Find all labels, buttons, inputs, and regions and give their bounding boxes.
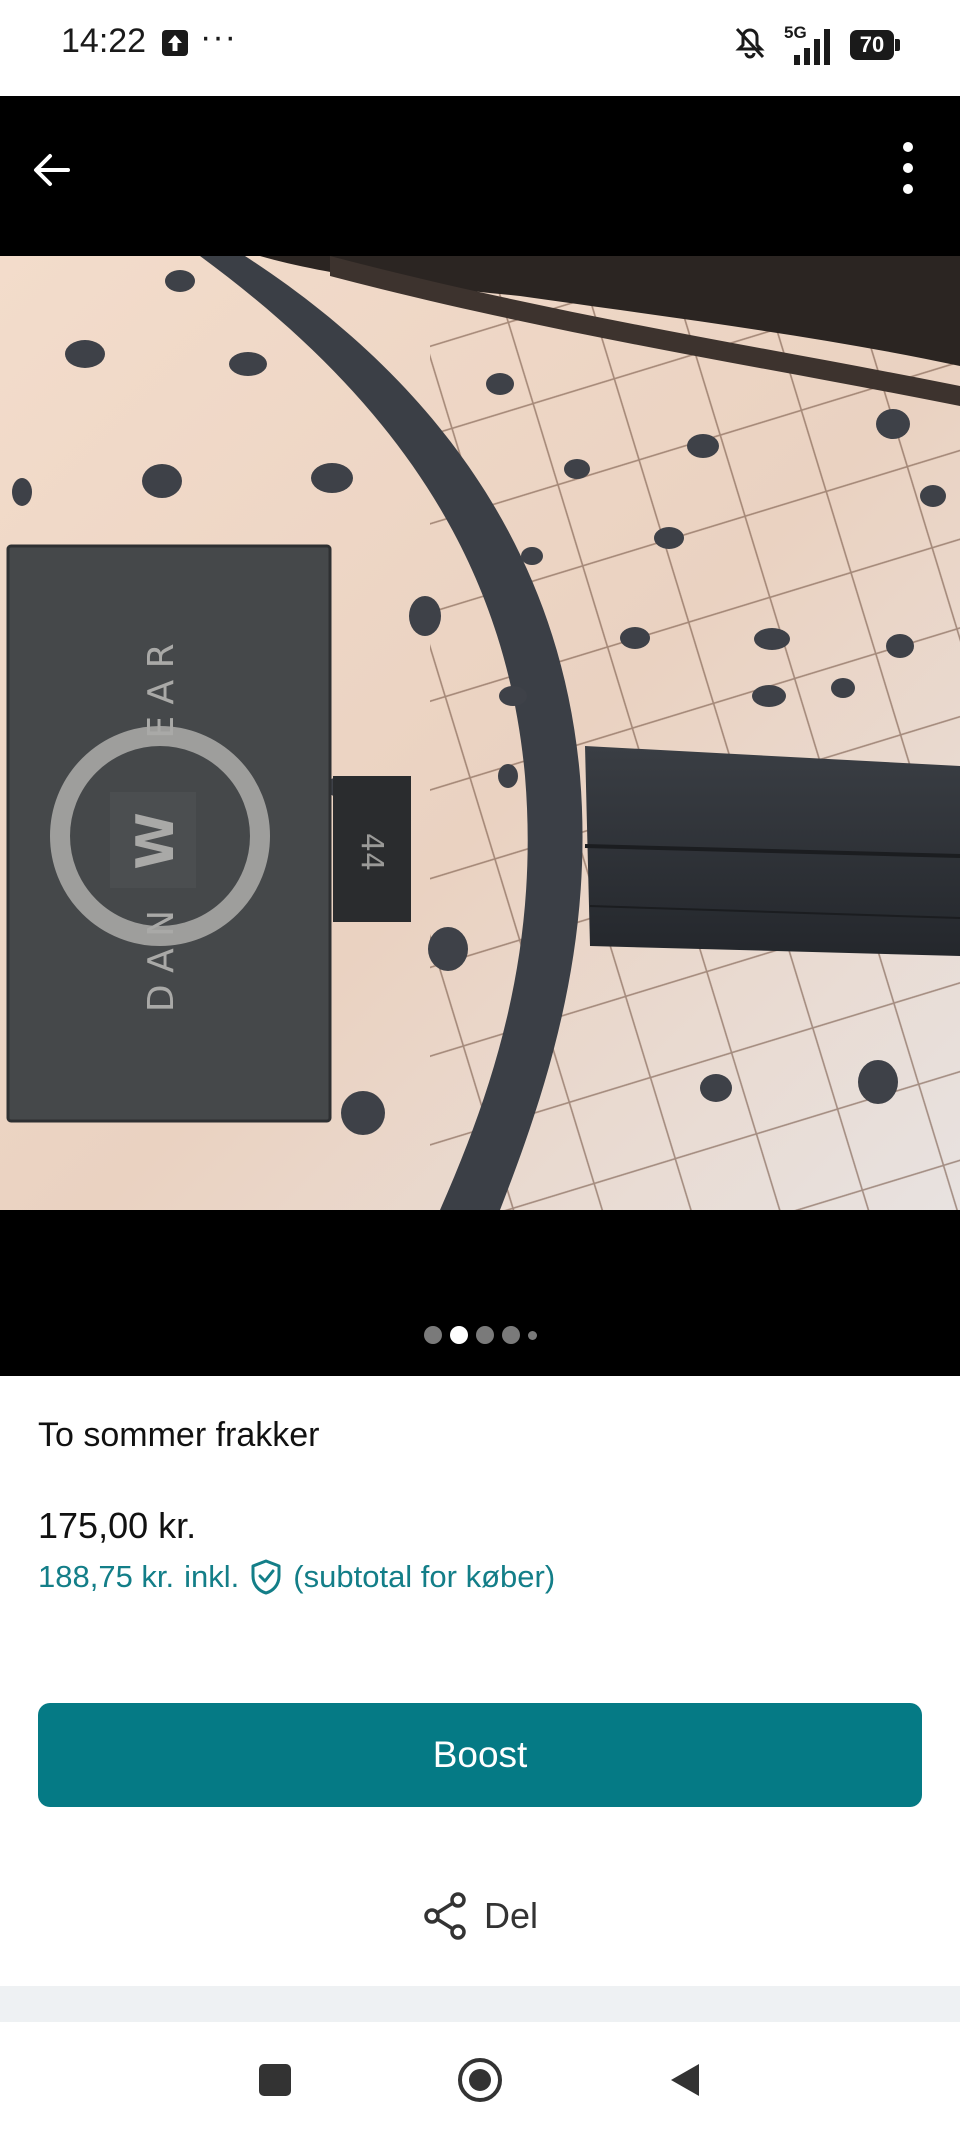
signal-icon: 5G	[784, 23, 836, 67]
photo-brand-text: D A N	[141, 910, 182, 1012]
share-label: Del	[483, 1895, 539, 1936]
pager-dot[interactable]	[501, 1326, 520, 1344]
subtotal-price: 188,75 kr.	[38, 1559, 175, 1594]
status-bar: 14:22 ··· 5G 70	[0, 0, 960, 96]
listing-photo[interactable]: D A N W E A R 44	[0, 256, 960, 1210]
back-button[interactable]	[18, 136, 86, 204]
arrow-left-icon	[34, 154, 70, 186]
bottom-divider	[0, 1986, 960, 2022]
listing-title: To sommer frakker	[38, 1416, 320, 1454]
battery-icon: 70	[850, 30, 900, 60]
square-icon	[259, 2064, 291, 2096]
photo-pager	[0, 1320, 960, 1350]
pager-dot-more[interactable]	[527, 1330, 537, 1340]
vibrate-off-icon	[730, 23, 770, 68]
svg-text:W: W	[126, 812, 186, 869]
subtotal-note: (subtotal for køber)	[293, 1559, 556, 1594]
pager-dot-active[interactable]	[449, 1326, 468, 1344]
boost-button[interactable]: Boost	[38, 1703, 922, 1807]
photo-viewer[interactable]: D A N W E A R 44	[0, 96, 960, 1376]
pager-dot[interactable]	[423, 1326, 442, 1344]
status-overflow: ···	[200, 18, 237, 56]
buyer-subtotal[interactable]: 188,75 kr. inkl. (subtotal for køber)	[38, 1558, 555, 1596]
share-button[interactable]: Del	[0, 1884, 960, 1948]
home-circle-icon	[458, 2058, 502, 2102]
share-icon	[424, 1892, 466, 1940]
battery-level: 70	[850, 30, 894, 60]
status-time: 14:22	[61, 22, 147, 60]
subtotal-incl: inkl.	[184, 1559, 240, 1594]
home-button[interactable]	[450, 2050, 510, 2110]
recents-button[interactable]	[245, 2050, 305, 2110]
coat-label-photo: D A N W E A R 44	[0, 256, 960, 1210]
triangle-back-icon	[671, 2064, 699, 2096]
back-nav-button[interactable]	[655, 2050, 715, 2110]
more-vertical-icon	[903, 142, 913, 194]
svg-text:E A R: E A R	[141, 643, 182, 738]
more-options-button[interactable]	[878, 130, 938, 206]
shield-check-icon	[251, 1559, 281, 1595]
system-nav-bar	[0, 2022, 960, 2134]
listing-price: 175,00 kr.	[38, 1505, 197, 1546]
photo-size-text: 44	[354, 833, 389, 871]
upload-icon	[162, 30, 188, 56]
status-right-icons: 5G 70	[730, 20, 900, 70]
pager-dot[interactable]	[475, 1326, 494, 1344]
